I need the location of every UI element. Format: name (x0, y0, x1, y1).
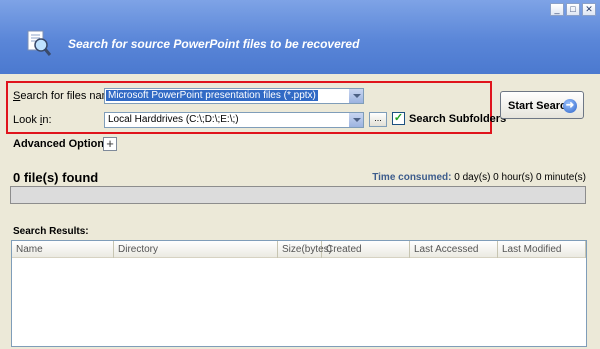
search-subfolders-checkbox[interactable]: ✓ (392, 112, 405, 125)
window-controls: _ □ ✕ (550, 3, 596, 16)
time-consumed-label: Time consumed: (372, 172, 452, 183)
search-subfolders-label[interactable]: Search Subfolders (409, 113, 506, 125)
advanced-options-label: Advanced Options (13, 138, 111, 150)
look-in-label: Look in: (13, 114, 52, 126)
minimize-button[interactable]: _ (550, 3, 564, 16)
look-in-dropdown[interactable]: Local Harddrives (C:\;D:\;E:\;) (104, 112, 364, 128)
column-header-created[interactable]: Created (322, 241, 410, 258)
column-header-directory[interactable]: Directory (114, 241, 278, 258)
file-type-dropdown[interactable]: Microsoft PowerPoint presentation files … (104, 88, 364, 104)
files-found-count: 0 file(s) found (13, 170, 99, 185)
browse-button[interactable]: ... (369, 112, 387, 127)
search-document-icon (27, 30, 52, 56)
search-results-label: Search Results: (13, 226, 89, 237)
column-header-size[interactable]: Size(bytes) (278, 241, 332, 258)
results-table-header: Name Directory Size(bytes) Created Last … (12, 241, 586, 258)
column-header-name[interactable]: Name (12, 241, 114, 258)
advanced-options-toggle[interactable]: + (103, 137, 117, 151)
look-in-value: Local Harddrives (C:\;D:\;E:\;) (108, 114, 239, 125)
checkmark-icon: ✓ (393, 112, 404, 124)
maximize-button[interactable]: □ (566, 3, 580, 16)
time-consumed-value: 0 day(s) 0 hour(s) 0 minute(s) (454, 172, 586, 183)
start-search-button[interactable]: Start Search ➜ (500, 91, 584, 119)
chevron-down-icon[interactable] (348, 113, 363, 127)
app-window: Search for source PowerPoint files to be… (0, 0, 600, 349)
page-title: Search for source PowerPoint files to be… (68, 37, 360, 51)
file-type-value: Microsoft PowerPoint presentation files … (106, 90, 318, 101)
time-consumed: Time consumed: 0 day(s) 0 hour(s) 0 minu… (372, 172, 586, 183)
chevron-down-icon[interactable] (348, 89, 363, 103)
column-header-last-accessed[interactable]: Last Accessed (410, 241, 498, 258)
search-progress-bar (10, 186, 586, 204)
column-header-last-modified[interactable]: Last Modified (498, 241, 586, 258)
header-banner: Search for source PowerPoint files to be… (0, 0, 600, 74)
arrow-right-icon: ➜ (563, 99, 577, 113)
close-button[interactable]: ✕ (582, 3, 596, 16)
results-table[interactable]: Name Directory Size(bytes) Created Last … (11, 240, 587, 347)
